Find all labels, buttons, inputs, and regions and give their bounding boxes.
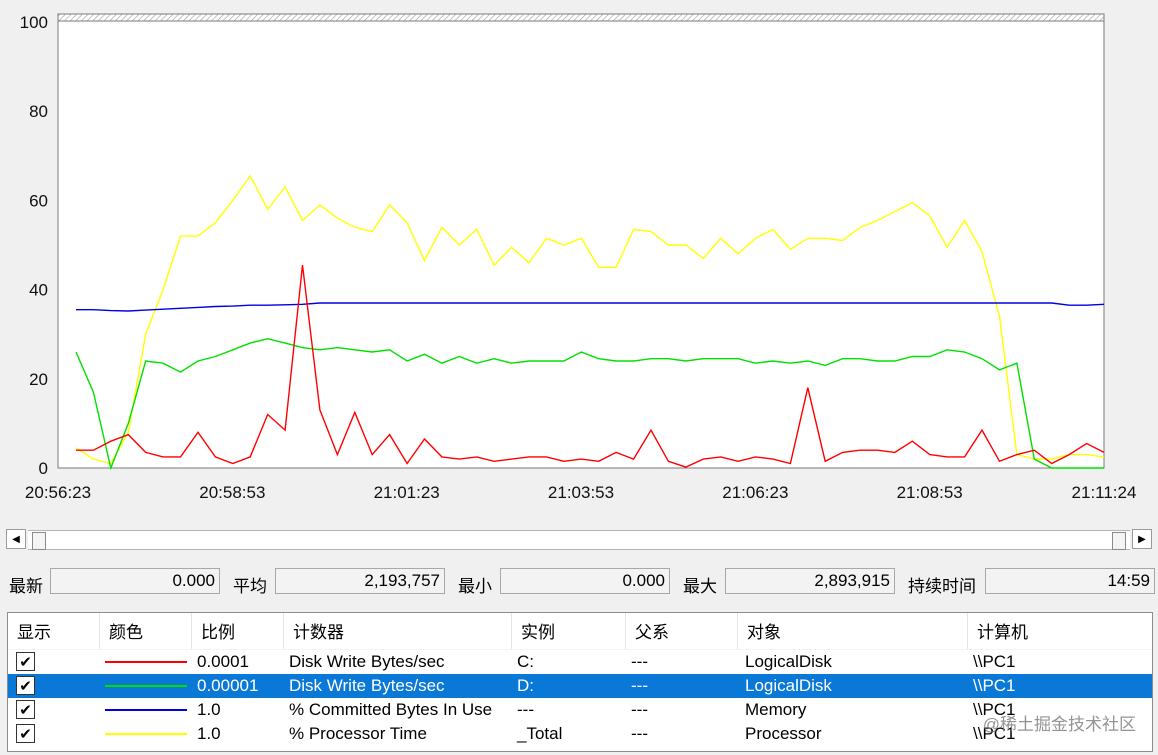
legend-header: 显示 颜色 比例 计数器 实例 父系 对象 计算机: [8, 613, 1152, 650]
y-tick-label: 20: [29, 370, 48, 389]
scale-cell: 0.00001: [197, 676, 259, 695]
x-tick-label: 21:03:53: [548, 483, 614, 502]
plot-area: [57, 13, 1105, 469]
latest-label: 最新: [9, 577, 43, 596]
latest-value: 0.000: [50, 568, 220, 594]
x-tick-label: 20:58:53: [199, 483, 265, 502]
header-object[interactable]: 对象: [738, 613, 968, 649]
x-tick-label: 20:56:23: [25, 483, 91, 502]
arrow-left-icon: ◀: [12, 533, 20, 545]
checkmark-icon: ✔: [19, 725, 32, 743]
color-swatch: [105, 709, 187, 711]
scroll-thumb-right[interactable]: [1112, 532, 1126, 550]
scale-cell: 1.0: [197, 724, 221, 743]
time-progress-hatch: [57, 13, 1105, 22]
show-checkbox[interactable]: ✔: [16, 724, 35, 743]
color-swatch: [105, 661, 187, 663]
scroll-track[interactable]: [28, 530, 1130, 550]
average-value: 2,193,757: [275, 568, 445, 594]
object-cell: Memory: [745, 700, 807, 719]
header-show[interactable]: 显示: [8, 613, 100, 649]
color-swatch: [105, 733, 187, 735]
color-swatch: [105, 685, 187, 687]
checkmark-icon: ✔: [19, 653, 32, 671]
y-tick-label: 60: [29, 191, 48, 210]
legend-row[interactable]: ✔ 1.0 % Committed Bytes In Use --- --- M…: [8, 698, 1152, 722]
x-tick-label: 21:11:24: [1072, 483, 1137, 502]
scale-cell: 0.0001: [197, 652, 249, 671]
instance-cell: _Total: [517, 724, 563, 743]
parent-cell: ---: [631, 700, 648, 719]
show-checkbox[interactable]: ✔: [16, 700, 35, 719]
header-color[interactable]: 颜色: [100, 613, 192, 649]
duration-value: 14:59: [985, 568, 1155, 594]
stats-bar: 最新 0.000 平均 2,193,757 最小 0.000 最大 2,893,…: [0, 566, 1158, 598]
scale-cell: 1.0: [197, 700, 221, 719]
header-counter[interactable]: 计数器: [284, 613, 512, 649]
min-label: 最小: [458, 577, 492, 596]
time-scrollbar[interactable]: ◀ ▶: [6, 529, 1152, 551]
parent-cell: ---: [631, 676, 648, 695]
header-scale[interactable]: 比例: [192, 613, 284, 649]
scroll-thumb-left[interactable]: [32, 532, 46, 550]
scroll-right-button[interactable]: ▶: [1132, 529, 1152, 549]
y-tick-label: 100: [20, 13, 48, 32]
counter-legend-table[interactable]: 显示 颜色 比例 计数器 实例 父系 对象 计算机 ✔ 0.0001 Disk …: [7, 612, 1153, 752]
show-checkbox[interactable]: ✔: [16, 676, 35, 695]
checkmark-icon: ✔: [19, 677, 32, 695]
y-tick-label: 80: [29, 102, 48, 121]
instance-cell: ---: [517, 700, 534, 719]
x-tick-label: 21:08:53: [897, 483, 963, 502]
legend-row[interactable]: ✔ 0.0001 Disk Write Bytes/sec C: --- Log…: [8, 650, 1152, 674]
object-cell: Processor: [745, 724, 822, 743]
counter-cell: Disk Write Bytes/sec: [289, 652, 445, 671]
counter-cell: Disk Write Bytes/sec: [289, 676, 445, 695]
average-label: 平均: [233, 577, 267, 596]
x-axis: 20:56:23 20:58:53 21:01:23 21:03:53 21:06:23…: [25, 483, 1137, 502]
counter-cell: % Committed Bytes In Use: [289, 700, 493, 719]
legend-row[interactable]: ✔ 1.0 % Processor Time _Total --- Proces…: [8, 722, 1152, 746]
arrow-right-icon: ▶: [1138, 533, 1146, 545]
object-cell: LogicalDisk: [745, 676, 832, 695]
max-label: 最大: [683, 577, 717, 596]
header-instance[interactable]: 实例: [512, 613, 626, 649]
instance-cell: D:: [517, 676, 534, 695]
y-axis: 0 20 40 60 80 100: [20, 13, 48, 478]
max-value: 2,893,915: [725, 568, 895, 594]
header-parent[interactable]: 父系: [626, 613, 738, 649]
watermark-text: @稀土掘金技术社区: [982, 715, 1136, 734]
parent-cell: ---: [631, 724, 648, 743]
parent-cell: ---: [631, 652, 648, 671]
duration-label: 持续时间: [908, 577, 976, 596]
performance-chart: 0 20 40 60 80 100 20:56:23 20:58:53 21:01:23 21:…: [20, 13, 1137, 502]
legend-row-selected[interactable]: ✔ 0.00001 Disk Write Bytes/sec D: --- Lo…: [8, 674, 1152, 698]
object-cell: LogicalDisk: [745, 652, 832, 671]
scroll-left-button[interactable]: ◀: [6, 529, 26, 549]
header-computer[interactable]: 计算机: [968, 613, 1152, 649]
y-tick-label: 0: [39, 459, 48, 478]
checkmark-icon: ✔: [19, 701, 32, 719]
computer-cell: \\PC1: [973, 652, 1016, 671]
show-checkbox[interactable]: ✔: [16, 652, 35, 671]
min-value: 0.000: [500, 568, 670, 594]
x-tick-label: 21:06:23: [722, 483, 788, 502]
instance-cell: C:: [517, 652, 534, 671]
y-tick-label: 40: [29, 281, 48, 300]
counter-cell: % Processor Time: [289, 724, 427, 743]
computer-cell: \\PC1: [973, 676, 1016, 695]
x-tick-label: 21:01:23: [374, 483, 440, 502]
